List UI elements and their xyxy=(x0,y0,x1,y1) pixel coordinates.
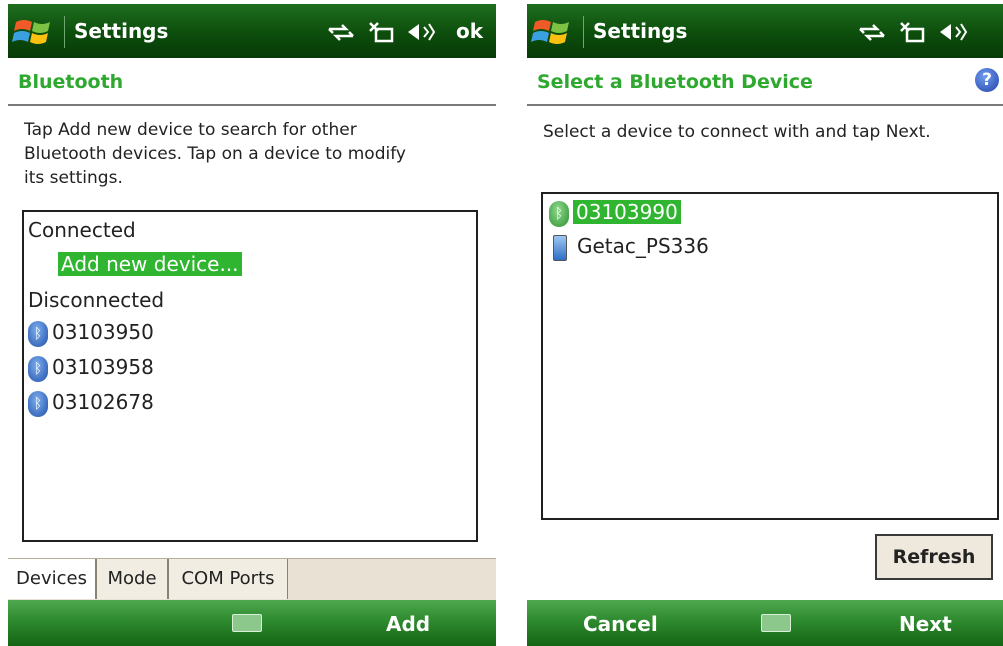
header-divider xyxy=(8,104,496,106)
device-name: 03103950 xyxy=(52,320,154,344)
title-bar: Settings xyxy=(527,4,1003,58)
device-item[interactable]: Getac_PS336 xyxy=(553,234,709,261)
device-item[interactable]: ᛒ 03102678 xyxy=(28,390,154,417)
bluetooth-icon: ᛒ xyxy=(28,355,48,382)
tab-strip: Devices Mode COM Ports xyxy=(8,558,496,601)
next-softkey[interactable]: Next xyxy=(899,612,952,636)
device-item[interactable]: ᛒ 03103950 xyxy=(28,320,154,347)
select-device-screen: Settings Select a Bluetooth Device ? Sel… xyxy=(527,0,1003,646)
instructions-line-1: Tap Add new device to search for other xyxy=(24,120,357,140)
instructions-line-3: its settings. xyxy=(24,168,123,188)
cancel-softkey[interactable]: Cancel xyxy=(583,612,658,636)
volume-icon[interactable] xyxy=(405,21,437,43)
bluetooth-icon: ᛒ xyxy=(549,200,569,227)
add-softkey[interactable]: Add xyxy=(386,612,430,636)
window-title: Settings xyxy=(593,19,688,43)
ok-button[interactable]: ok xyxy=(456,19,483,43)
bluetooth-icon: ᛒ xyxy=(28,390,48,417)
refresh-button[interactable]: Refresh xyxy=(875,534,993,580)
device-item[interactable]: ᛒ 03103958 xyxy=(28,355,154,382)
device-item-selected[interactable]: ᛒ 03103990 xyxy=(549,200,681,227)
tab-com-ports[interactable]: COM Ports xyxy=(168,559,288,599)
page-title: Select a Bluetooth Device xyxy=(537,71,813,93)
device-name: 03102678 xyxy=(52,390,154,414)
header-divider xyxy=(527,104,1003,106)
device-name: 03103958 xyxy=(52,355,154,379)
add-new-device-item[interactable]: Add new device... xyxy=(58,252,242,276)
tab-devices[interactable]: Devices xyxy=(8,559,96,599)
keyboard-icon[interactable] xyxy=(232,614,262,632)
group-disconnected: Disconnected xyxy=(28,288,165,312)
connectivity-icon[interactable] xyxy=(857,21,887,43)
instructions-line-2: Bluetooth devices. Tap on a device to mo… xyxy=(24,144,406,164)
page-header: Bluetooth xyxy=(8,58,496,106)
device-list[interactable]: ᛒ 03103990 Getac_PS336 xyxy=(541,192,999,520)
help-icon[interactable]: ? xyxy=(975,68,999,92)
volume-icon[interactable] xyxy=(937,21,969,43)
signal-off-icon[interactable] xyxy=(366,21,396,43)
keyboard-icon[interactable] xyxy=(761,614,791,632)
device-name: 03103990 xyxy=(573,200,681,224)
page-title: Bluetooth xyxy=(18,71,124,93)
handheld-device-icon xyxy=(553,234,567,261)
window-title: Settings xyxy=(74,19,169,43)
connectivity-icon[interactable] xyxy=(326,21,356,43)
device-list[interactable]: Connected Add new device... Disconnected… xyxy=(22,210,478,542)
signal-off-icon[interactable] xyxy=(897,21,927,43)
windows-start-icon[interactable] xyxy=(531,16,575,48)
device-name: Getac_PS336 xyxy=(577,234,709,258)
bluetooth-icon: ᛒ xyxy=(28,320,48,347)
softkey-bar: Cancel Next xyxy=(527,600,1003,646)
title-bar: Settings ok xyxy=(8,4,496,58)
title-separator xyxy=(64,16,65,48)
group-connected: Connected xyxy=(28,218,136,242)
page-header: Select a Bluetooth Device xyxy=(527,58,1003,106)
windows-start-icon[interactable] xyxy=(12,16,56,48)
tab-mode[interactable]: Mode xyxy=(96,559,168,599)
softkey-bar: Add xyxy=(8,600,496,646)
instructions: Select a device to connect with and tap … xyxy=(543,122,931,142)
title-separator xyxy=(583,16,584,48)
bluetooth-settings-screen: Settings ok Bluetooth Tap Add new device… xyxy=(8,0,496,646)
